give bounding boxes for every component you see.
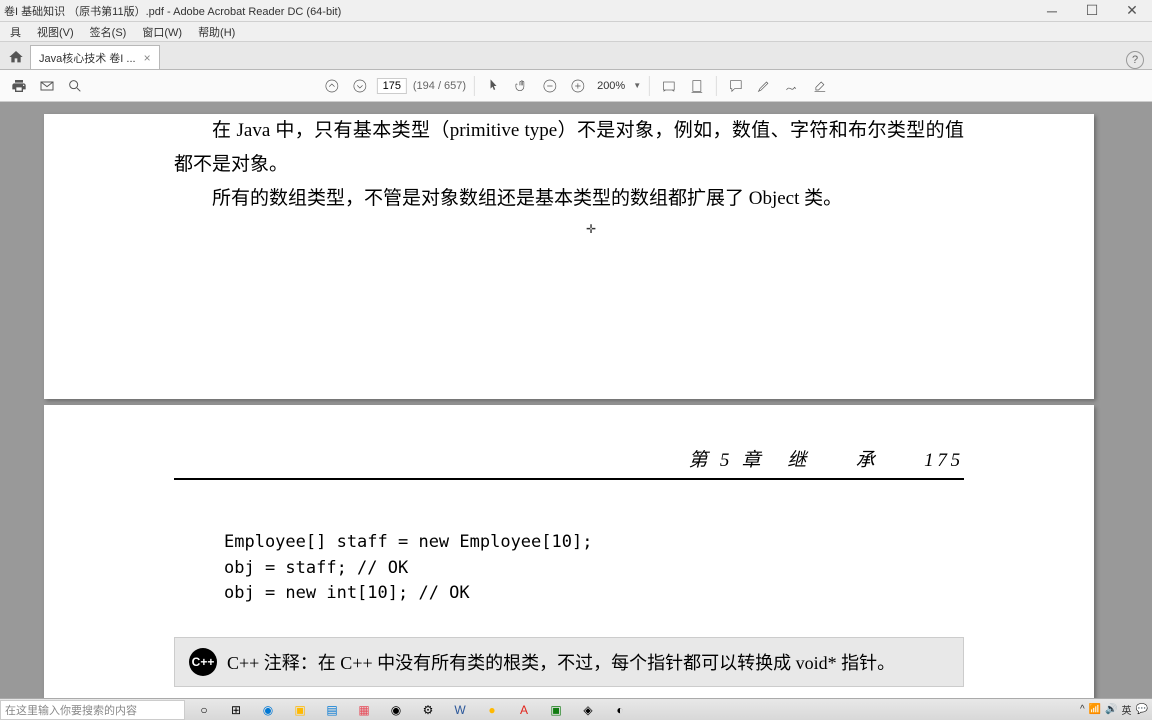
maximize-button[interactable]: ☐ (1072, 0, 1112, 22)
erase-icon[interactable] (809, 75, 831, 97)
pdf-page: 第 5 章 继 承 175 Employee[] staff = new Emp… (44, 405, 1094, 698)
window-titlebar: 卷I 基础知识 （原书第11版）.pdf - Adobe Acrobat Rea… (0, 0, 1152, 22)
menu-sign[interactable]: 签名(S) (86, 22, 131, 42)
chrome-icon[interactable]: ◉ (381, 700, 411, 720)
tab-close-icon[interactable]: × (144, 51, 151, 65)
zoom-out-icon[interactable] (539, 75, 561, 97)
app-icon[interactable]: ◐ (605, 700, 635, 720)
app-icon[interactable]: ▦ (349, 700, 379, 720)
page-down-icon[interactable] (349, 75, 371, 97)
zoom-level[interactable]: 200% (595, 79, 627, 93)
highlight-icon[interactable] (753, 75, 775, 97)
text-cursor-icon: ✛ (586, 222, 596, 236)
taskbar-search-input[interactable]: 在这里输入你要搜索的内容 (0, 700, 185, 720)
app-icon[interactable]: ▣ (541, 700, 571, 720)
cpp-note-box: C++ C++ 注释：在 C++ 中没有所有类的根类，不过，每个指针都可以转换成… (174, 637, 964, 687)
draw-icon[interactable] (781, 75, 803, 97)
page-up-icon[interactable] (321, 75, 343, 97)
menu-help[interactable]: 帮助(H) (194, 22, 239, 42)
chapter-header: 第 5 章 继 承 175 (174, 445, 964, 480)
body-paragraph: 在 Java 中，只有基本类型（primitive type）不是对象，例如，数… (174, 114, 964, 182)
code-block: Employee[] staff = new Employee[10]; obj… (224, 530, 964, 607)
code-line: obj = staff; // OK (224, 556, 964, 582)
fit-width-icon[interactable] (658, 75, 680, 97)
zoom-dropdown-icon[interactable]: ▼ (633, 81, 641, 90)
volume-icon[interactable]: 🔊 (1105, 704, 1117, 715)
explorer-icon[interactable]: ▣ (285, 700, 315, 720)
tab-bar: Java核心技术 卷I ... × ? (0, 42, 1152, 70)
document-tab[interactable]: Java核心技术 卷I ... × (30, 45, 160, 69)
toolbar: (194 / 657) 200% ▼ (0, 70, 1152, 102)
menu-view[interactable]: 视图(V) (33, 22, 78, 42)
body-paragraph: 所有的数组类型，不管是对象数组还是基本类型的数组都扩展了 Object 类。 (174, 182, 964, 216)
app-icon[interactable]: ◈ (573, 700, 603, 720)
code-line: obj = new int[10]; // OK (224, 581, 964, 607)
print-icon[interactable] (8, 75, 30, 97)
page-count-label: (194 / 657) (413, 80, 466, 92)
note-text: C++ 注释：在 C++ 中没有所有类的根类，不过，每个指针都可以转换成 voi… (227, 649, 895, 675)
store-icon[interactable]: ▤ (317, 700, 347, 720)
window-title: 卷I 基础知识 （原书第11版）.pdf - Adobe Acrobat Rea… (4, 3, 1032, 19)
magnify-icon[interactable] (64, 75, 86, 97)
ime-label[interactable]: 英 (1122, 702, 1132, 717)
cpp-badge: C++ (189, 648, 217, 676)
edge-icon[interactable]: ◉ (253, 700, 283, 720)
system-tray: ^ 📶 🔊 英 💬 (1080, 702, 1152, 717)
help-icon[interactable]: ? (1126, 51, 1144, 69)
minimize-button[interactable]: ─ (1032, 0, 1072, 22)
app-icon[interactable]: ● (477, 700, 507, 720)
windows-taskbar: 在这里输入你要搜索的内容 ○ ⊞ ◉ ▣ ▤ ▦ ◉ ⚙ W ● A ▣ ◈ ◐… (0, 698, 1152, 720)
zoom-in-icon[interactable] (567, 75, 589, 97)
close-button[interactable]: ✕ (1112, 0, 1152, 22)
page-number-input[interactable] (377, 78, 407, 94)
window-controls: ─ ☐ ✕ (1032, 0, 1152, 22)
hand-icon[interactable] (511, 75, 533, 97)
notification-icon[interactable]: 💬 (1136, 704, 1148, 715)
menu-bar: 具 视图(V) 签名(S) 窗口(W) 帮助(H) (0, 22, 1152, 42)
pdf-page: 在 Java 中，只有基本类型（primitive type）不是对象，例如，数… (44, 114, 1094, 399)
menu-window[interactable]: 窗口(W) (138, 22, 186, 42)
home-tab-icon[interactable] (4, 45, 28, 69)
settings-icon[interactable]: ⚙ (413, 700, 443, 720)
comment-icon[interactable] (725, 75, 747, 97)
menu-tools[interactable]: 具 (6, 22, 25, 42)
cortana-icon[interactable]: ○ (189, 700, 219, 720)
task-view-icon[interactable]: ⊞ (221, 700, 251, 720)
tray-icon[interactable]: ^ (1080, 704, 1085, 715)
selection-icon[interactable] (483, 75, 505, 97)
code-line: Employee[] staff = new Employee[10]; (224, 530, 964, 556)
acrobat-icon[interactable]: A (509, 700, 539, 720)
document-viewport[interactable]: 在 Java 中，只有基本类型（primitive type）不是对象，例如，数… (0, 102, 1152, 698)
word-icon[interactable]: W (445, 700, 475, 720)
wifi-icon[interactable]: 📶 (1089, 704, 1101, 715)
email-icon[interactable] (36, 75, 58, 97)
fit-page-icon[interactable] (686, 75, 708, 97)
tab-label: Java核心技术 卷I ... (39, 50, 136, 66)
